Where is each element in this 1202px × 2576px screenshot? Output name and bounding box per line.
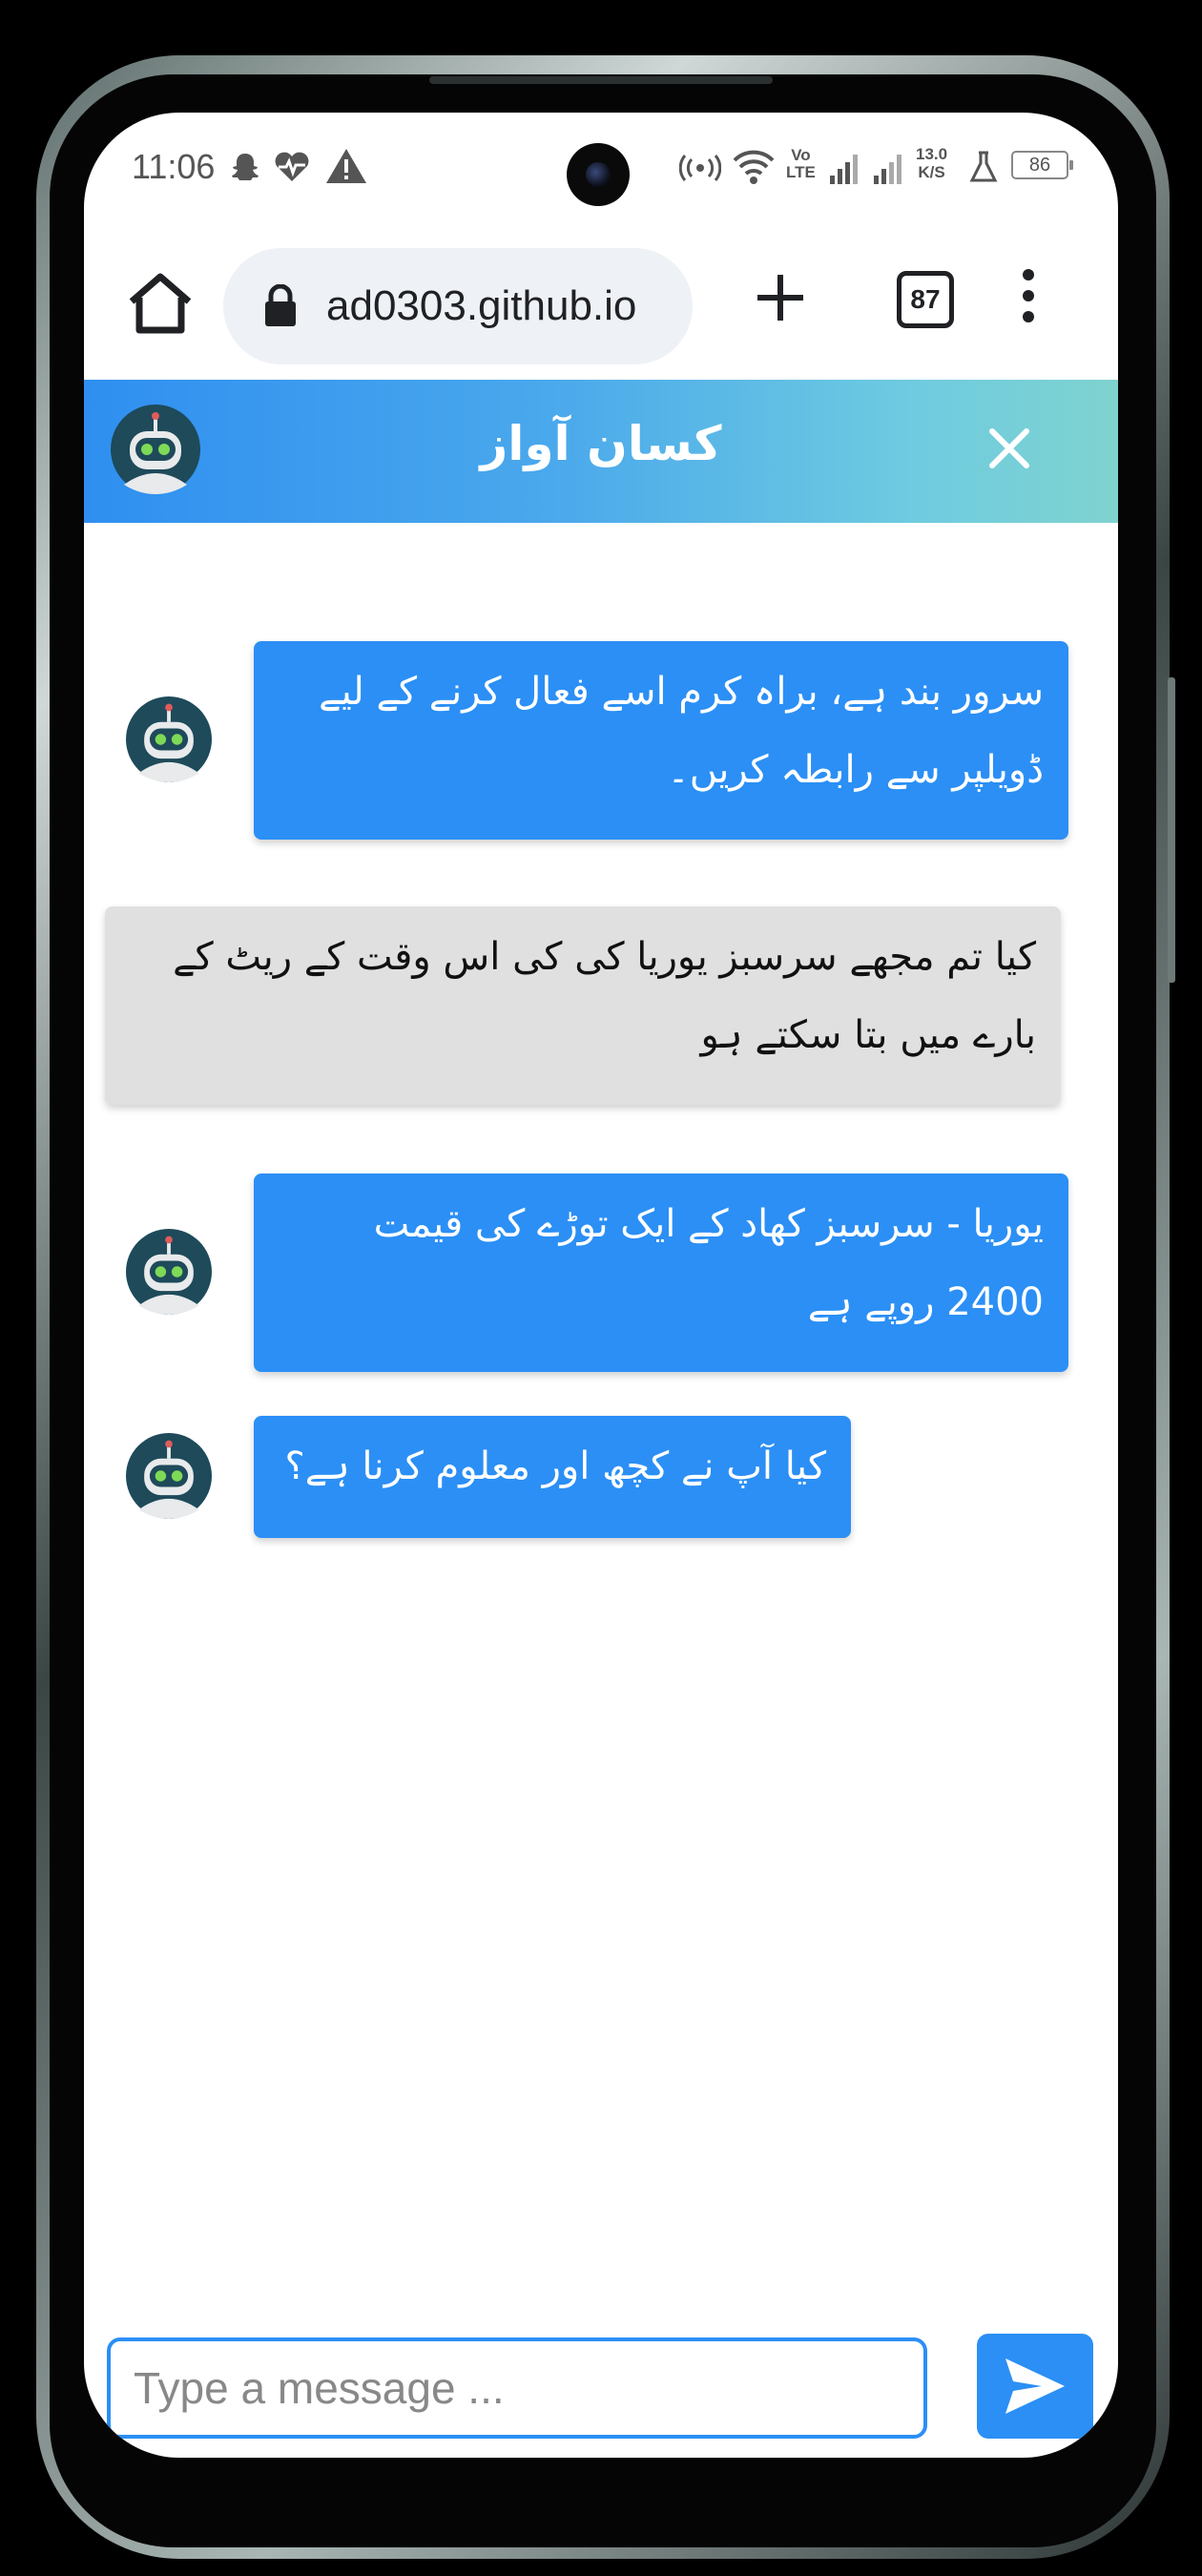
browser-toolbar: ad0303.github.io 87 (84, 218, 1118, 380)
url-text[interactable]: ad0303.github.io (326, 282, 636, 330)
flask-icon (969, 151, 998, 182)
wifi-icon (733, 150, 775, 184)
signal-icon-2 (874, 155, 902, 184)
status-time: 11:06 (132, 147, 216, 186)
bot-avatar-icon (126, 696, 212, 782)
user-message: کیا تم مجھے سرسبز یوریا کی کی اس وقت کے … (105, 906, 1061, 1105)
screen: 11:06 Vo LTE 13.0 K/S 86 ad0303.github.i… (84, 113, 1118, 2458)
bot-avatar-icon (126, 1229, 212, 1315)
signal-icon (830, 155, 858, 184)
volte-indicator: Vo LTE (786, 147, 816, 181)
send-icon (1005, 2358, 1065, 2414)
volte-line2: LTE (786, 163, 816, 181)
battery-indicator: 86 (1011, 151, 1073, 179)
bot-message: یوریا - سرسبز کھاد کے ایک توڑے کی قیمت 2… (254, 1174, 1068, 1372)
status-bar: 11:06 Vo LTE 13.0 K/S 86 (84, 113, 1118, 218)
warning-icon (326, 149, 366, 183)
snapchat-icon (232, 154, 259, 180)
send-button[interactable] (977, 2334, 1093, 2439)
chat-header: کسان آواز (84, 380, 1118, 523)
side-button (1168, 677, 1175, 983)
hotspot-icon (679, 155, 721, 181)
message-input[interactable] (107, 2337, 927, 2439)
net-speed-unit: K/S (918, 163, 945, 181)
front-camera (567, 143, 630, 206)
chat-title: کسان آواز (480, 416, 722, 471)
tab-switcher-button[interactable]: 87 (897, 271, 954, 328)
net-speed-value: 13.0 (916, 145, 948, 163)
network-speed: 13.0 K/S (916, 145, 947, 181)
heart-pulse-icon (275, 152, 309, 181)
volte-line1: Vo (791, 146, 811, 164)
earpiece (429, 76, 773, 84)
close-icon[interactable] (988, 427, 1030, 469)
bot-avatar-icon (126, 1433, 212, 1519)
lock-icon (265, 284, 296, 326)
home-icon[interactable] (122, 265, 198, 342)
more-menu-icon[interactable] (1017, 267, 1040, 324)
bot-message: سرور بند ہے، براہ کرم اسے فعال کرنے کے ل… (254, 641, 1068, 840)
address-bar[interactable]: ad0303.github.io (223, 248, 693, 364)
new-tab-icon[interactable] (752, 269, 809, 326)
bot-message: کیا آپ نے کچھ اور معلوم کرنا ہے؟ (254, 1416, 851, 1538)
